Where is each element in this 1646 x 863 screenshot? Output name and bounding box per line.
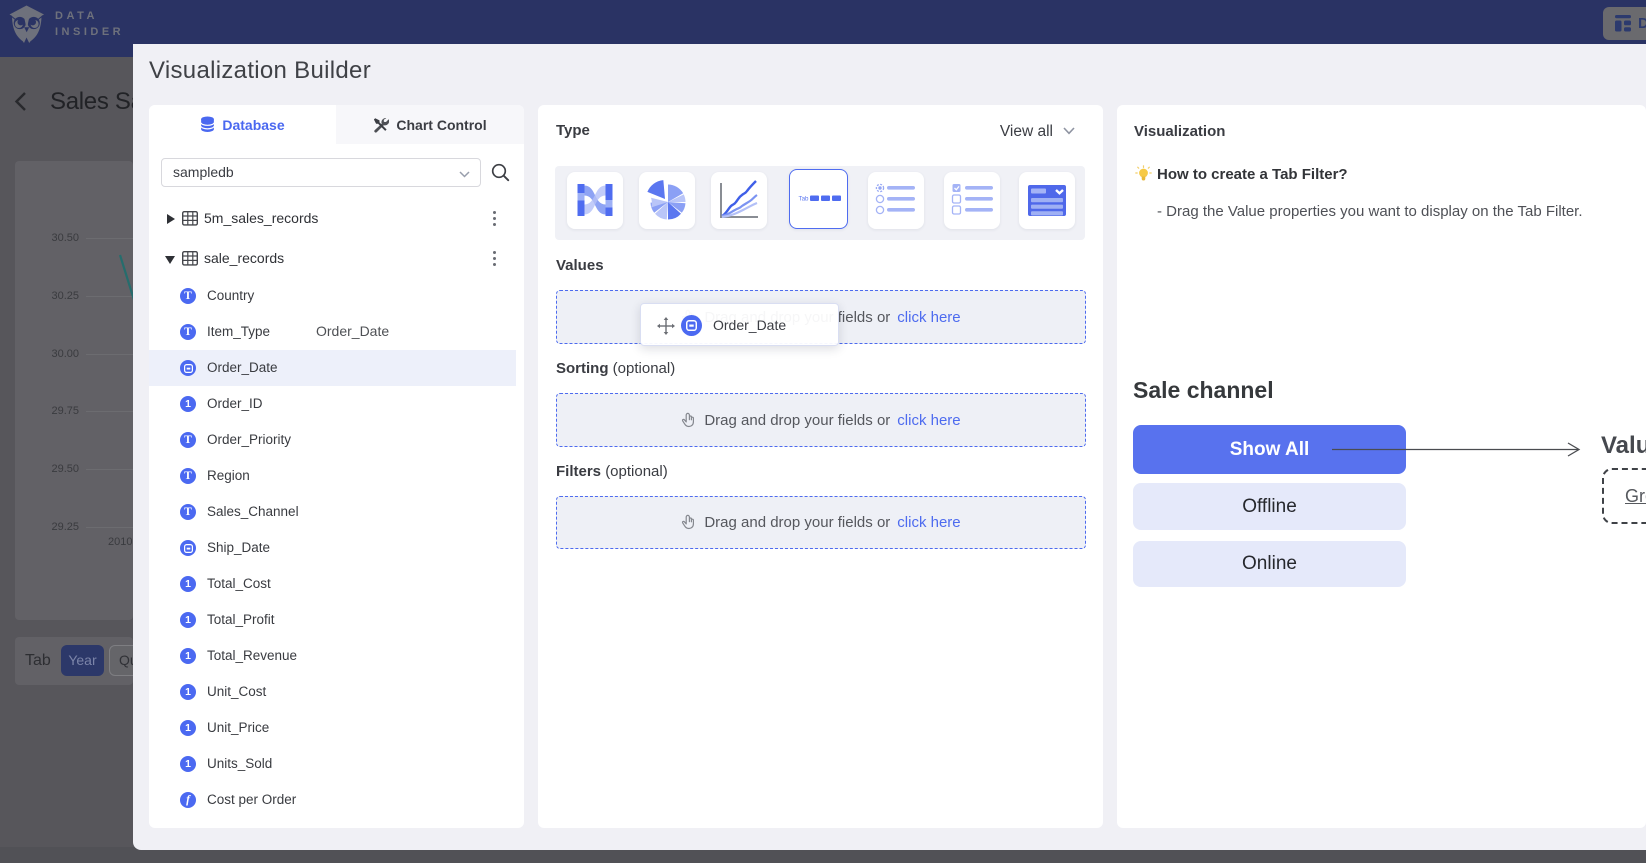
- svg-text:Tab: Tab: [799, 196, 810, 203]
